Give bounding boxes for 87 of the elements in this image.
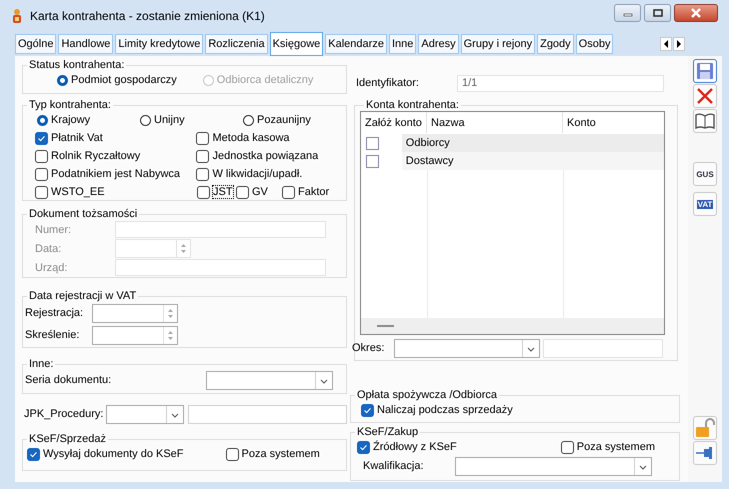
- close-icon: [695, 86, 715, 106]
- field-label: Identyfikator:: [356, 77, 420, 89]
- checkbox[interactable]: Wysyłaj dokumenty do KSeF: [27, 448, 184, 460]
- tab[interactable]: Księgowe: [270, 32, 324, 56]
- padlock-icon: [695, 418, 715, 438]
- checkbox[interactable]: WSTO_EE: [35, 186, 197, 198]
- field-label: Urząd:: [35, 262, 68, 274]
- checkbox[interactable]: Płatnik Vat: [35, 132, 196, 144]
- tab[interactable]: Kalendarze: [325, 34, 387, 54]
- checkbox[interactable]: GV: [236, 186, 282, 198]
- checkbox[interactable]: [366, 136, 380, 150]
- checkbox[interactable]: Naliczaj podczas sprzedaży: [361, 404, 513, 416]
- group-title: Konta kontrahenta:: [365, 99, 460, 111]
- date-field[interactable]: [92, 326, 178, 344]
- column-header[interactable]: Nazwa: [427, 112, 563, 133]
- table-cell: Odbiorcy: [402, 134, 664, 152]
- vat-button[interactable]: VAT: [693, 192, 717, 216]
- group-title: Typ kontrahenta:: [28, 99, 112, 111]
- close-button[interactable]: [674, 4, 718, 22]
- checkbox[interactable]: Poza systemem: [560, 440, 655, 454]
- tab[interactable]: Adresy: [418, 34, 459, 54]
- checkbox[interactable]: Metoda kasowa: [196, 132, 346, 144]
- checkbox[interactable]: W likwidacji/upadł.: [196, 168, 346, 180]
- checkbox[interactable]: Faktor: [282, 186, 342, 198]
- tab[interactable]: Inne: [388, 34, 416, 54]
- maximize-icon: [652, 8, 662, 16]
- triangle-right-icon: [676, 40, 682, 48]
- field-label: Numer:: [35, 224, 72, 236]
- radio-button[interactable]: Pozaunijny: [243, 114, 346, 126]
- column-header[interactable]: Załóż konto: [361, 112, 427, 133]
- group-title: KSeF/Sprzedaż: [28, 433, 108, 445]
- field-label: Okres:: [352, 342, 386, 354]
- cancel-button[interactable]: [693, 84, 717, 108]
- group-title: Dokument tożsamości: [28, 208, 138, 220]
- pin-button[interactable]: [693, 441, 717, 465]
- group-title: KSeF/Zakup: [356, 426, 420, 438]
- radio-button[interactable]: Unijny: [140, 114, 243, 126]
- column-header[interactable]: Konto: [563, 112, 664, 133]
- book-icon: [695, 111, 715, 131]
- dropdown[interactable]: [206, 370, 333, 390]
- tab[interactable]: Handlowe: [58, 34, 114, 54]
- window-title: Karta kontrahenta - zostanie zmieniona (K1): [30, 8, 266, 22]
- field-label: Kwalifikacja:: [363, 460, 425, 472]
- tab[interactable]: Limity kredytowe: [115, 34, 204, 54]
- group-title: Opłata spożywcza /Odbiorca: [356, 389, 498, 401]
- dropdown[interactable]: [106, 404, 184, 424]
- table-cell: Dostawcy: [402, 152, 664, 170]
- radio-button[interactable]: Podmiot gospodarczy: [57, 74, 177, 86]
- dropdown[interactable]: [455, 456, 652, 476]
- triangle-left-icon: [663, 40, 669, 48]
- group-title: Inne:: [28, 358, 54, 370]
- checkbox[interactable]: Jednostka powiązana: [196, 150, 346, 162]
- group-title: Status kontrahenta:: [28, 59, 126, 71]
- checkbox[interactable]: JST: [197, 186, 236, 198]
- field-label: JPK_Procedury:: [24, 408, 104, 420]
- checkbox[interactable]: Rolnik Ryczałtowy: [35, 150, 196, 162]
- field-label: Rejestracja:: [25, 307, 84, 319]
- date-field[interactable]: [92, 304, 178, 322]
- save-icon: [695, 61, 715, 81]
- minimize-button[interactable]: [614, 4, 641, 22]
- tab[interactable]: Ogólne: [15, 34, 56, 54]
- input-field[interactable]: 1/1: [457, 74, 664, 92]
- group-title: Data rejestracji w VAT: [28, 290, 138, 302]
- scroll-left-button[interactable]: [660, 37, 672, 51]
- app-icon: [12, 8, 22, 24]
- lock-button[interactable]: [693, 416, 717, 440]
- checkbox[interactable]: Poza systemem: [226, 448, 320, 460]
- field-label: Data:: [35, 242, 62, 254]
- book-button[interactable]: [693, 109, 717, 133]
- tab[interactable]: Osoby: [576, 34, 614, 54]
- checkbox[interactable]: Źródłowy z KSeF: [357, 440, 457, 454]
- field-label: Seria dokumentu:: [25, 374, 112, 386]
- input-field[interactable]: [543, 338, 663, 358]
- checkbox[interactable]: [366, 154, 380, 168]
- tab[interactable]: Rozliczenia: [205, 34, 268, 54]
- gus-button[interactable]: GUS: [693, 162, 717, 186]
- close-icon: [690, 8, 702, 18]
- tab[interactable]: Zgody: [537, 34, 574, 54]
- checkbox[interactable]: Podatnikiem jest Nabywca: [35, 168, 196, 180]
- save-button[interactable]: [693, 59, 717, 83]
- radio-button[interactable]: Krajowy: [37, 114, 140, 126]
- tab[interactable]: Grupy i rejony: [460, 34, 536, 54]
- input-field[interactable]: [188, 404, 347, 424]
- scroll-right-button[interactable]: [673, 37, 685, 51]
- field-label: Skreślenie:: [25, 329, 80, 341]
- maximize-button[interactable]: [644, 4, 671, 22]
- dropdown[interactable]: [394, 338, 540, 358]
